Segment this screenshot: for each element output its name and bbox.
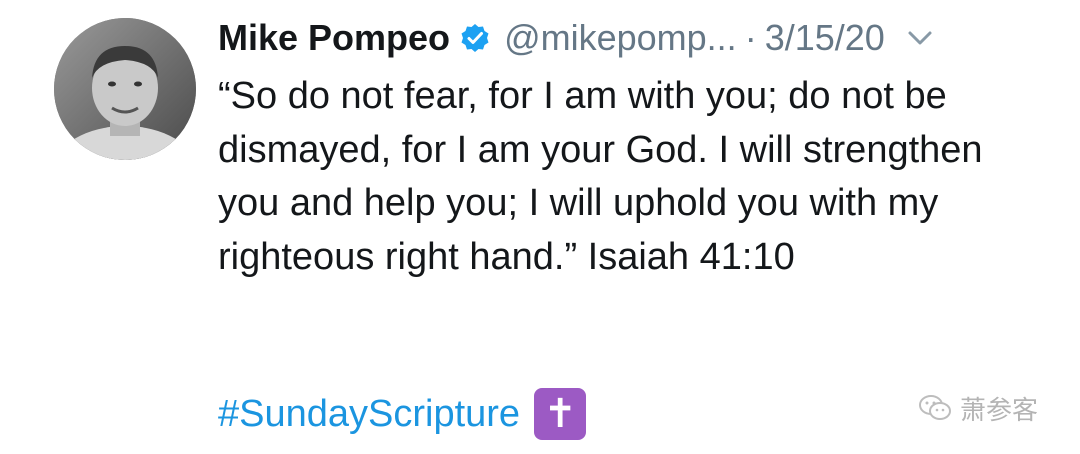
tweet-hashtag-line: #SundayScripture ✝: [218, 387, 587, 441]
tweet-date[interactable]: 3/15/20: [765, 17, 885, 59]
author-handle[interactable]: @mikepomp...: [504, 17, 737, 59]
author-avatar[interactable]: [54, 18, 196, 160]
tweet-text: “So do not fear, for I am with you; do n…: [218, 75, 983, 278]
chevron-down-icon[interactable]: [907, 29, 933, 47]
header-separator: ·: [744, 17, 757, 58]
latin-cross-emoji: ✝: [534, 388, 587, 440]
author-name[interactable]: Mike Pompeo: [218, 17, 450, 59]
verified-badge-icon: [460, 23, 490, 53]
wechat-icon: [918, 394, 952, 422]
tweet-header: Mike Pompeo @mikepomp... · 3/15/20: [218, 12, 933, 64]
hashtag-link[interactable]: #SundayScripture: [218, 393, 520, 436]
watermark: 萧参客: [918, 388, 1038, 428]
watermark-text: 萧参客: [960, 395, 1039, 426]
